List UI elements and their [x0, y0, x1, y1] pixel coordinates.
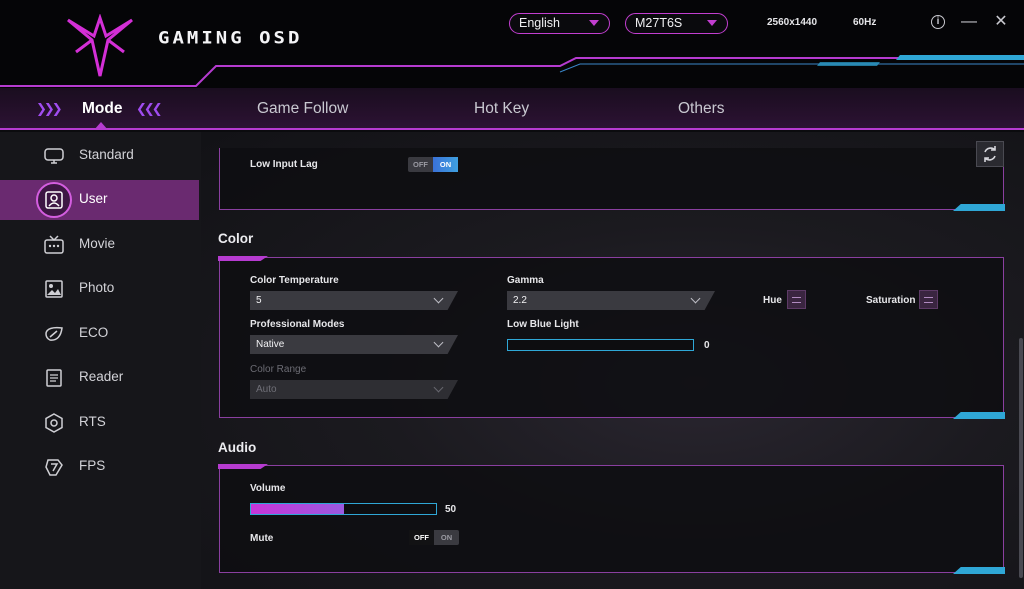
- professional-modes-dropdown[interactable]: Native: [250, 335, 458, 354]
- mode-sidebar: Standard User Movie Photo ECO Reader RTS…: [0, 132, 201, 589]
- gamma-label: Gamma: [507, 275, 544, 286]
- content-scrollbar[interactable]: [1019, 338, 1023, 578]
- saturation-adjust-button[interactable]: [919, 290, 938, 309]
- model-value: M27T6S: [635, 16, 683, 30]
- active-tab-indicator: [94, 122, 108, 130]
- toggle-on-label: ON: [440, 533, 453, 542]
- low-input-lag-label: Low Input Lag: [250, 159, 318, 170]
- chevron-down-icon: [433, 337, 444, 348]
- sidebar-item-movie[interactable]: Movie: [0, 225, 199, 265]
- saturation-label: Saturation: [866, 295, 916, 306]
- sidebar-item-label: FPS: [79, 458, 106, 473]
- chevron-right-icon: ❯❯❯: [36, 101, 63, 116]
- sidebar-item-rts[interactable]: RTS: [0, 403, 199, 443]
- refresh-rate-readout: 60Hz: [853, 17, 877, 28]
- language-value: English: [519, 16, 560, 30]
- sidebar-item-label: User: [79, 191, 108, 206]
- chevron-down-icon: [433, 382, 444, 393]
- toggle-off-label: OFF: [413, 160, 428, 169]
- user-icon: [45, 191, 63, 209]
- toggle-on-label: ON: [433, 157, 458, 172]
- low-blue-light-value: 0: [704, 340, 710, 351]
- main-nav: ❯❯❯ Mode ❮❮❮ Game Follow Hot Key Others: [0, 88, 1024, 130]
- sidebar-item-label: RTS: [79, 414, 106, 429]
- audio-section-title: Audio: [218, 440, 257, 455]
- model-select[interactable]: M27T6S: [625, 13, 728, 34]
- chevron-down-icon: [690, 293, 701, 304]
- color-range-label: Color Range: [250, 364, 307, 375]
- eco-icon: [45, 326, 63, 341]
- sidebar-item-label: Movie: [79, 236, 116, 251]
- sidebar-item-reader[interactable]: Reader: [0, 358, 199, 398]
- sidebar-item-label: Photo: [79, 280, 115, 295]
- sidebar-item-user[interactable]: User: [0, 180, 199, 220]
- sidebar-item-standard[interactable]: Standard: [0, 136, 199, 176]
- target-icon: [45, 459, 63, 476]
- brand-title: GAMING OSD: [158, 28, 303, 48]
- sidebar-item-label: ECO: [79, 325, 109, 340]
- minimize-icon: —: [961, 13, 977, 30]
- close-icon: ✕: [994, 13, 1008, 30]
- tv-icon: [44, 235, 64, 254]
- reset-button[interactable]: [976, 141, 1004, 167]
- image-icon: [45, 280, 63, 298]
- sidebar-item-photo[interactable]: Photo: [0, 269, 199, 309]
- volume-label: Volume: [250, 483, 286, 494]
- color-temperature-dropdown[interactable]: 5: [250, 291, 458, 310]
- chevron-left-icon: ❮❮❮: [136, 101, 163, 116]
- color-range-dropdown: Auto: [250, 380, 458, 399]
- low-blue-light-label: Low Blue Light: [507, 319, 579, 330]
- hue-label: Hue: [763, 295, 782, 306]
- general-panel: [219, 148, 1004, 210]
- title-bar: GAMING OSD English M27T6S 2560x1440 60Hz…: [0, 0, 1024, 88]
- color-temperature-label: Color Temperature: [250, 275, 339, 286]
- toggle-off-label: OFF: [409, 530, 434, 545]
- chevron-down-icon: [433, 293, 444, 304]
- professional-modes-label: Professional Modes: [250, 319, 345, 330]
- chevron-down-icon: [589, 20, 599, 26]
- tab-others[interactable]: Others: [678, 100, 725, 118]
- close-button[interactable]: ✕: [992, 13, 1010, 31]
- volume-slider[interactable]: [250, 503, 437, 515]
- gamma-value: 2.2: [513, 295, 527, 306]
- sidebar-item-fps[interactable]: FPS: [0, 447, 199, 487]
- info-icon: i: [931, 15, 945, 29]
- tab-hot-key[interactable]: Hot Key: [474, 100, 529, 118]
- color-temperature-value: 5: [256, 295, 262, 306]
- gamma-dropdown[interactable]: 2.2: [507, 291, 715, 310]
- language-select[interactable]: English: [509, 13, 610, 34]
- mute-label: Mute: [250, 533, 274, 544]
- tab-game-follow[interactable]: Game Follow: [257, 100, 348, 118]
- book-icon: [46, 369, 62, 387]
- low-blue-light-slider[interactable]: [507, 339, 694, 351]
- hexagon-icon: [45, 413, 63, 433]
- logo-icon: [67, 14, 133, 77]
- chevron-down-icon: [707, 20, 717, 26]
- sidebar-item-label: Standard: [79, 147, 134, 162]
- audio-panel: [219, 465, 1004, 573]
- mute-toggle[interactable]: OFF ON: [409, 530, 459, 545]
- volume-value: 50: [445, 504, 457, 515]
- color-section-title: Color: [218, 231, 254, 246]
- sidebar-item-eco[interactable]: ECO: [0, 314, 199, 354]
- sidebar-item-label: Reader: [79, 369, 124, 384]
- refresh-icon: [984, 146, 996, 162]
- resolution-readout: 2560x1440: [767, 17, 818, 28]
- hue-adjust-button[interactable]: [787, 290, 806, 309]
- color-range-value: Auto: [256, 384, 277, 395]
- tab-mode[interactable]: Mode: [82, 100, 122, 118]
- monitor-icon: [44, 148, 64, 164]
- header-decoration: [0, 55, 1024, 87]
- professional-modes-value: Native: [256, 339, 285, 350]
- low-input-lag-toggle[interactable]: OFF ON: [408, 157, 458, 172]
- slider-fill: [251, 504, 344, 514]
- minimize-button[interactable]: —: [960, 13, 978, 31]
- info-button[interactable]: i: [929, 13, 947, 31]
